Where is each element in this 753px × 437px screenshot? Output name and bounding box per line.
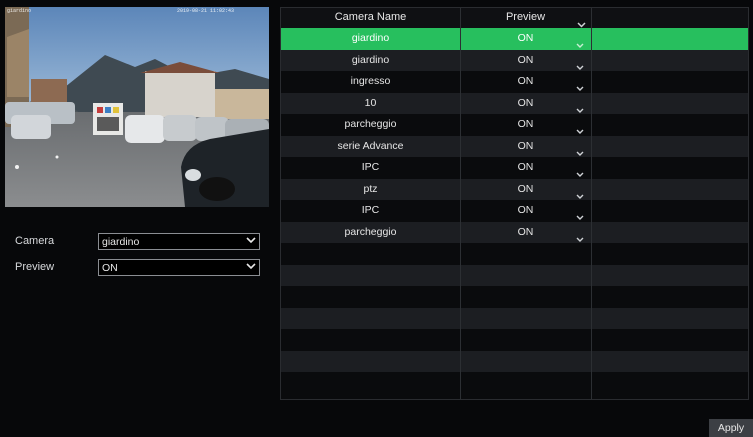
chevron-down-icon bbox=[246, 260, 256, 274]
camera-row: Camera giardino bbox=[15, 233, 260, 251]
preview-select[interactable]: ON bbox=[98, 259, 260, 276]
table-row[interactable]: ingresso ON bbox=[281, 71, 748, 93]
table-row[interactable] bbox=[281, 264, 748, 286]
preview-cell[interactable]: ON bbox=[460, 179, 591, 201]
preview-cell[interactable]: ON bbox=[460, 200, 591, 222]
table-row[interactable]: ptz ON bbox=[281, 178, 748, 201]
column-divider bbox=[591, 8, 592, 399]
table-row[interactable]: serie Advance ON bbox=[281, 135, 748, 158]
osd-timestamp: 2019-08-21 11:02:43 bbox=[177, 8, 235, 14]
camera-name-cell: IPC bbox=[361, 204, 380, 216]
camera-snapshot-image bbox=[5, 7, 269, 207]
camera-name-cell: serie Advance bbox=[337, 139, 404, 152]
camera-name-cell: giardino bbox=[351, 32, 390, 44]
preview-cell[interactable]: ON bbox=[460, 157, 591, 179]
table-row[interactable]: giardino ON bbox=[281, 49, 748, 72]
table-row[interactable]: 10 ON bbox=[281, 92, 748, 115]
preview-cell[interactable]: ON bbox=[460, 114, 591, 136]
preview-cell[interactable]: ON bbox=[460, 136, 591, 158]
camera-name-cell: parcheggio bbox=[344, 118, 397, 130]
osd-camera-name: giardino bbox=[7, 8, 32, 14]
preview-select-value: ON bbox=[102, 262, 118, 274]
table-row[interactable] bbox=[281, 286, 748, 308]
table-row[interactable] bbox=[281, 329, 748, 351]
table-row[interactable] bbox=[281, 372, 748, 394]
camera-preview: giardino 2019-08-21 11:02:43 bbox=[5, 7, 269, 207]
camera-name-cell: ingresso bbox=[350, 75, 391, 87]
camera-name-cell: giardino bbox=[351, 53, 390, 66]
preview-label: Preview bbox=[15, 261, 55, 273]
table-row[interactable]: parcheggio ON bbox=[281, 114, 748, 136]
preview-row: Preview ON bbox=[15, 259, 260, 277]
preview-cell[interactable]: ON bbox=[460, 28, 591, 50]
table-row[interactable] bbox=[281, 243, 748, 265]
preview-cell[interactable]: ON bbox=[460, 222, 591, 244]
column-header-camera-name[interactable]: Camera Name bbox=[281, 8, 460, 28]
preview-cell[interactable]: ON bbox=[460, 71, 591, 93]
preview-cell[interactable]: ON bbox=[460, 93, 591, 115]
camera-label: Camera bbox=[15, 235, 55, 247]
chevron-down-icon bbox=[246, 234, 256, 248]
camera-name-cell: ptz bbox=[363, 182, 378, 195]
preview-cell[interactable]: ON bbox=[460, 50, 591, 72]
column-divider bbox=[460, 8, 461, 399]
apply-button[interactable]: Apply bbox=[709, 419, 753, 437]
table-row[interactable]: giardino ON bbox=[281, 28, 748, 50]
column-header-preview[interactable]: Preview bbox=[460, 8, 591, 28]
camera-name-cell: parcheggio bbox=[344, 225, 397, 238]
table-row[interactable]: parcheggio ON bbox=[281, 221, 748, 244]
camera-table: Camera Name Preview giardino ON giardino ON… bbox=[280, 7, 749, 400]
camera-select-value: giardino bbox=[102, 236, 140, 248]
camera-name-cell: 10 bbox=[364, 96, 377, 109]
camera-select[interactable]: giardino bbox=[98, 233, 260, 250]
table-row[interactable] bbox=[281, 307, 748, 329]
table-row[interactable] bbox=[281, 350, 748, 372]
table-row[interactable]: IPC ON bbox=[281, 157, 748, 179]
table-row[interactable]: IPC ON bbox=[281, 200, 748, 222]
camera-name-cell: IPC bbox=[361, 161, 380, 173]
table-header: Camera Name Preview bbox=[281, 8, 748, 28]
